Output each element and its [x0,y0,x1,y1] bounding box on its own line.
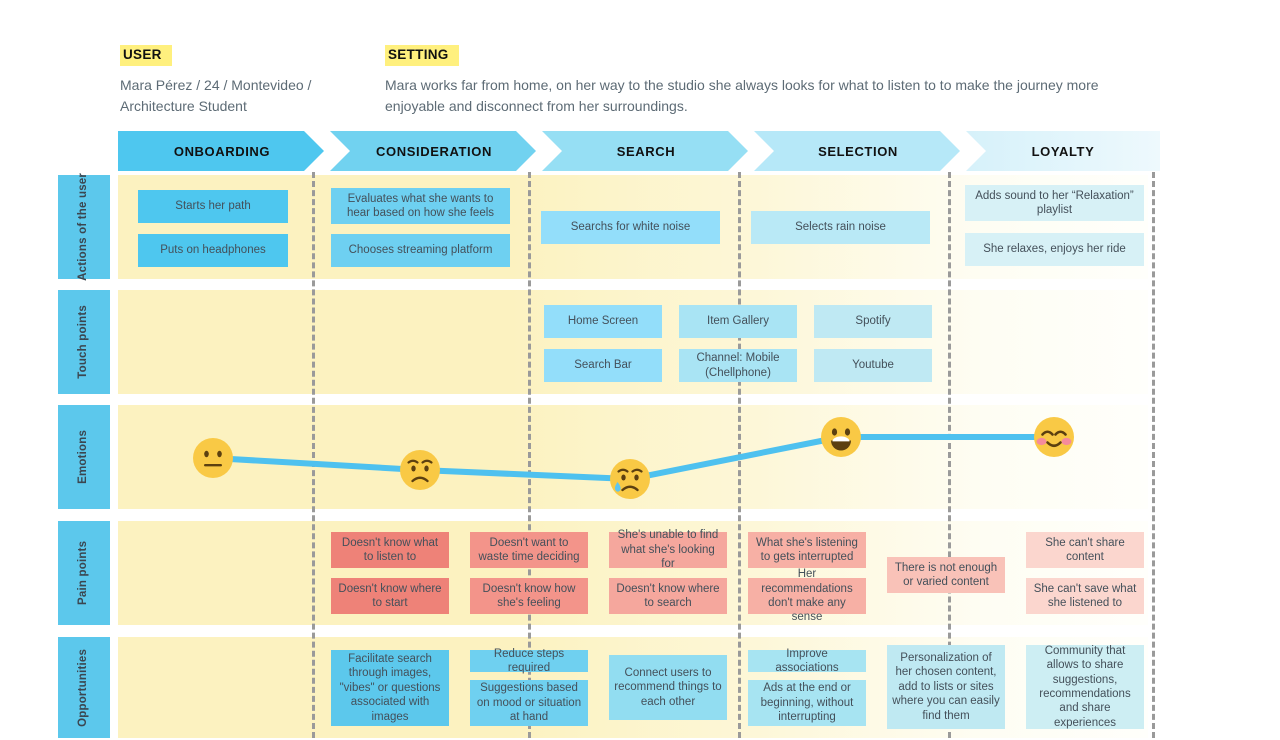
row-label-text: Actions of the user [77,173,90,281]
painpoint-card[interactable]: She can't share content [1026,532,1144,568]
touchpoint-card[interactable]: Search Bar [544,349,662,382]
row-label-text: Pain points [77,540,90,606]
emotion-face-sad-sweat [609,458,651,500]
action-card[interactable]: Starts her path [138,190,288,223]
stage-label: SEARCH [616,143,676,159]
opportunity-card[interactable]: Improve associations [748,648,866,674]
opportunity-card[interactable]: Personalization of her chosen content, a… [887,645,1005,729]
action-card[interactable]: Adds sound to her “Relaxation” playlist [965,185,1144,221]
grinning-face-icon [821,417,861,457]
touchpoint-card[interactable]: Channel: Mobile (Chellphone) [679,349,797,382]
emotion-face-worried [399,449,441,491]
stage-arrow-loyalty[interactable]: LOYALTY [966,131,1160,171]
worried-face-icon [400,450,440,490]
emotion-face-grinning [820,416,862,458]
stage-label: ONBOARDING [173,143,271,159]
painpoint-card[interactable]: She's unable to find what she's looking … [609,529,727,570]
opportunity-card[interactable]: Facilitate search through images, "vibes… [331,650,449,726]
row-label-text: Opportunities [77,648,90,727]
relieved-blush-face-icon [1034,417,1074,457]
painpoint-card[interactable]: Doesn't know where to start [331,578,449,614]
stage-arrow-selection[interactable]: SELECTION [754,131,962,171]
painpoint-card[interactable]: Doesn't know what to listen to [331,532,449,568]
action-card[interactable]: She relaxes, enjoys her ride [965,233,1144,266]
opportunity-card[interactable]: Community that allows to share suggestio… [1026,645,1144,729]
row-label-touchpoints: Touch points [58,290,110,394]
painpoint-card[interactable]: Her recommendations don't make any sense [748,568,866,623]
setting-header-title: SETTING [385,45,459,66]
emotion-face-neutral [192,437,234,479]
action-card[interactable]: Searchs for white noise [541,211,720,244]
journey-map-canvas: USER Mara Pérez / 24 / Montevideo / Arch… [0,0,1280,740]
column-separator-3 [738,172,741,738]
action-card[interactable]: Evaluates what she wants to hear based o… [331,188,510,224]
stage-arrow-onboarding[interactable]: ONBOARDING [118,131,326,171]
emotion-face-relieved [1033,416,1075,458]
stage-label: CONSIDERATION [376,143,492,159]
column-separator-1 [312,172,315,738]
blush-left-icon [1036,437,1047,446]
column-separator-5 [1152,172,1155,738]
row-label-opportunities: Opportunities [58,637,110,738]
opportunity-card[interactable]: Ads at the end or beginning, without int… [748,680,866,726]
painpoint-card[interactable]: Doesn't know how she's feeling [470,578,588,614]
user-header-title: USER [120,45,172,66]
action-card[interactable]: Selects rain noise [751,211,930,244]
painpoint-card[interactable]: She can't save what she listened to [1026,578,1144,614]
row-label-text: Touch points [77,305,90,379]
stage-arrow-search[interactable]: SEARCH [542,131,750,171]
painpoint-card[interactable]: Doesn't want to waste time deciding [470,532,588,568]
touchpoint-card[interactable]: Spotify [814,305,932,338]
user-header-body: Mara Pérez / 24 / Montevideo / Architect… [120,76,312,115]
neutral-face-icon [193,438,233,478]
stage-arrow-consideration[interactable]: CONSIDERATION [330,131,538,171]
blush-right-icon [1061,437,1072,446]
opportunity-card[interactable]: Reduce steps required [470,648,588,674]
row-label-emotions: Emotions [58,405,110,509]
touchpoint-card[interactable]: Item Gallery [679,305,797,338]
row-label-painpoints: Pain points [58,521,110,625]
stage-arrow-bar: ONBOARDING CONSIDERATION SEARCH SELECTIO… [118,131,1160,171]
setting-header-body: Mara works far from home, on her way to … [385,76,1099,115]
painpoint-card[interactable]: Doesn't know where to search [609,578,727,614]
setting-header-block: SETTING Mara works far from home, on her… [385,45,1155,118]
painpoint-card[interactable]: There is not enough or varied content [887,557,1005,593]
stage-label: SELECTION [818,143,898,159]
opportunity-card[interactable]: Connect users to recommend things to eac… [609,655,727,720]
row-label-text: Emotions [77,429,90,484]
row-label-actions: Actions of the user [58,173,110,281]
touchpoint-card[interactable]: Home Screen [544,305,662,338]
opportunity-card[interactable]: Suggestions based on mood or situation a… [470,680,588,726]
painpoint-card[interactable]: What she's listening to gets interrupted [748,532,866,568]
action-card[interactable]: Chooses streaming platform [331,234,510,267]
user-header-block: USER Mara Pérez / 24 / Montevideo / Arch… [120,45,370,118]
action-card[interactable]: Puts on headphones [138,234,288,267]
touchpoint-card[interactable]: Youtube [814,349,932,382]
sad-sweat-face-icon [610,459,650,499]
stage-label: LOYALTY [1031,143,1095,159]
